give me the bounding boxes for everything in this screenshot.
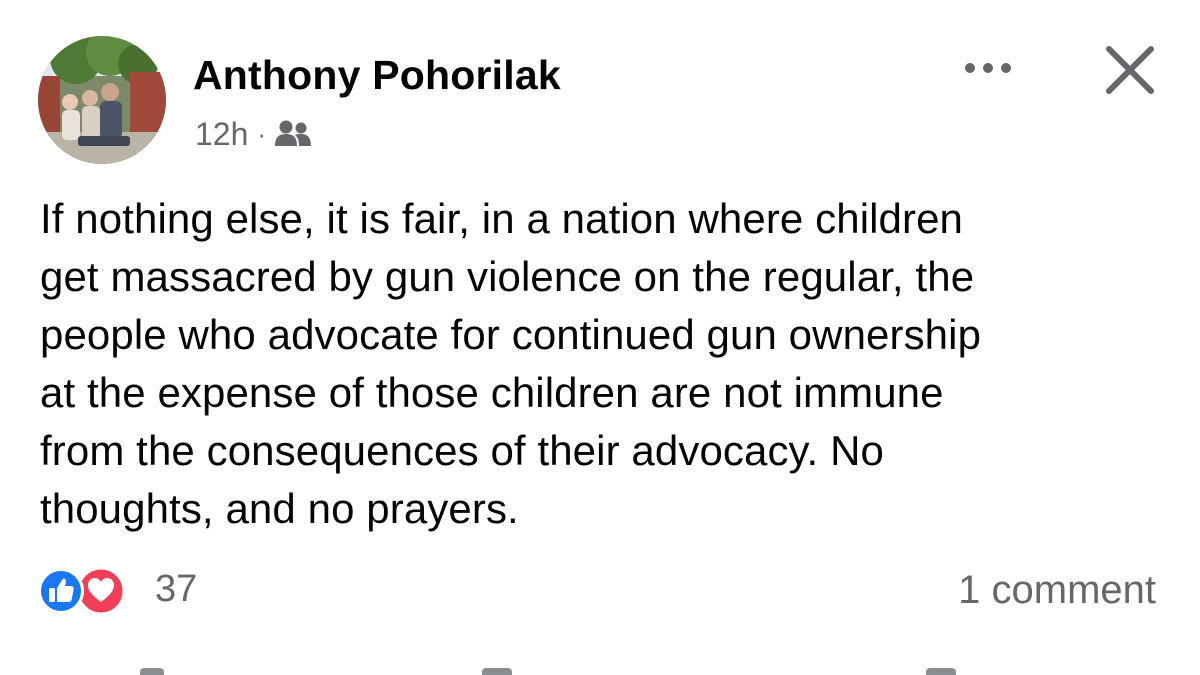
close-icon xyxy=(1106,46,1154,94)
reaction-count[interactable]: 37 xyxy=(155,568,197,611)
reactions-summary[interactable]: 37 xyxy=(38,566,197,616)
author-name[interactable]: Anthony Pohorilak xyxy=(193,52,561,99)
avatar-photo xyxy=(38,36,166,164)
post-body-line: from the consequences of their advocacy.… xyxy=(40,427,884,474)
comment-action-button[interactable] xyxy=(482,668,512,675)
post-meta: 12h · xyxy=(195,114,312,154)
avatar[interactable] xyxy=(38,36,166,164)
post-body-line: thoughts, and no prayers. xyxy=(40,485,519,532)
post-body-line: people who advocate for continued gun ow… xyxy=(40,311,982,358)
post-body-line: get massacred by gun violence on the reg… xyxy=(40,253,975,300)
action-bar xyxy=(0,662,1200,675)
comment-count[interactable]: 1 comment xyxy=(958,568,1156,613)
more-options-button[interactable] xyxy=(955,48,1021,88)
post-body-line: at the expense of those children are not… xyxy=(40,369,944,416)
post-body: If nothing else, it is fair, in a nation… xyxy=(40,190,1170,538)
post-card: Anthony Pohorilak 12h · If nothing else,… xyxy=(0,0,1200,675)
meta-separator: · xyxy=(257,118,267,149)
post-timestamp[interactable]: 12h xyxy=(195,116,248,153)
close-button[interactable] xyxy=(1098,38,1162,102)
share-action-button[interactable] xyxy=(926,668,956,675)
like-icon xyxy=(38,568,84,614)
reaction-icons xyxy=(38,566,142,616)
friends-icon[interactable] xyxy=(274,119,312,149)
like-action-button[interactable] xyxy=(140,668,164,675)
more-icon xyxy=(965,63,1011,73)
post-body-line: If nothing else, it is fair, in a nation… xyxy=(40,195,964,242)
